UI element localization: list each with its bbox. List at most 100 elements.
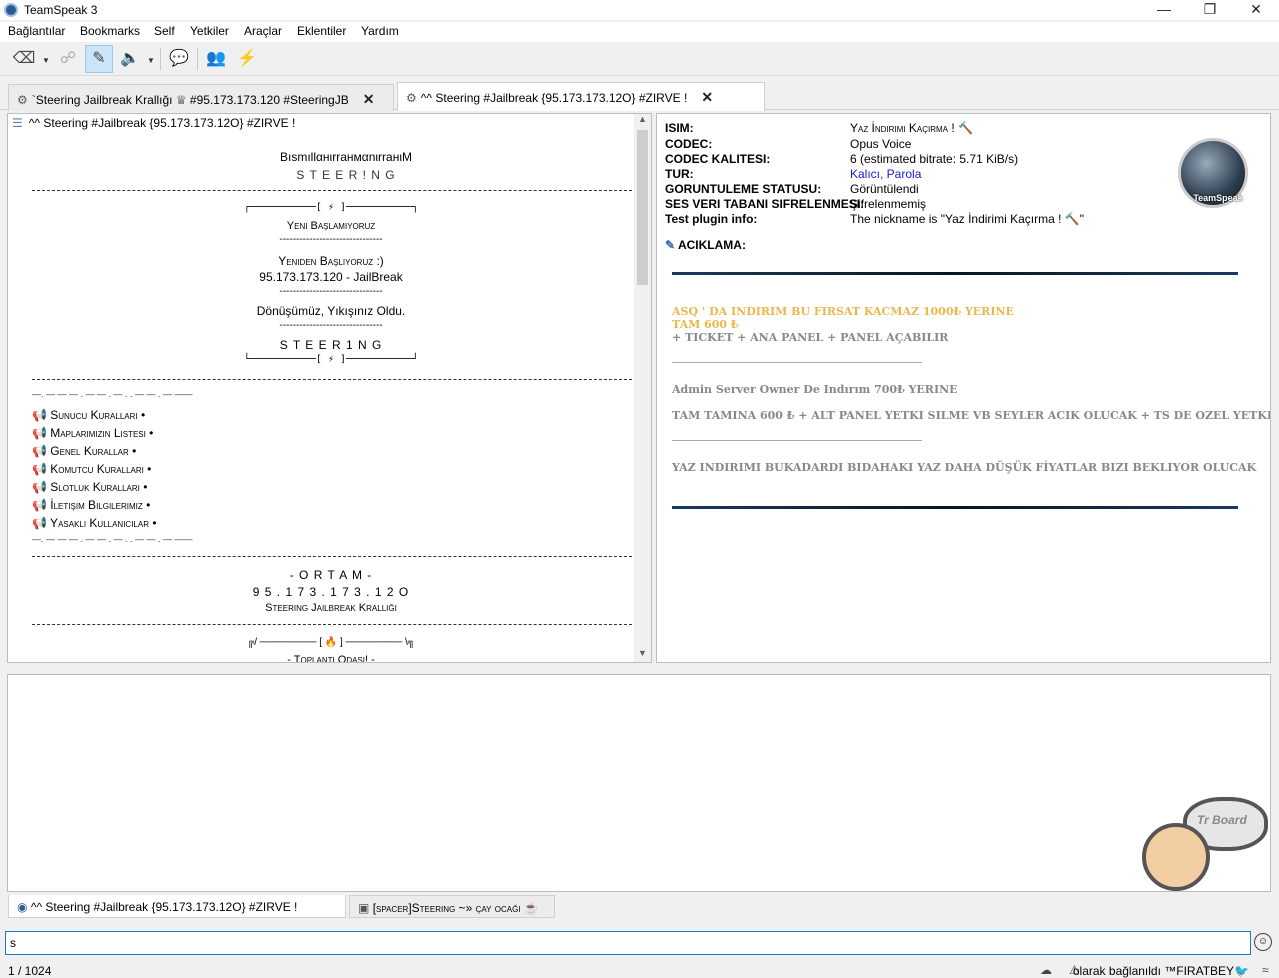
channel-spacer[interactable] <box>32 190 632 191</box>
info-row-type: TUR: Kalıcı, Parola <box>665 167 922 181</box>
channel-item[interactable]: Steering Jailbreak Krallığı <box>8 602 651 614</box>
tab-server-chat[interactable]: ◉ ^^ Steering #Jailbreak {95.173.173.12O… <box>8 895 346 918</box>
disconnect-icon[interactable]: ⌫ <box>10 45 38 73</box>
tab-server-1[interactable]: ⚙ `Steering Jailbreak Krallığı ♕ #95.173.… <box>8 84 394 111</box>
menu-yardim[interactable]: Yardım <box>361 24 399 38</box>
info-row-codec-quality: CODEC KALITESI: 6 (estimated bitrate: 5.7… <box>665 152 1019 166</box>
channel-item[interactable]: - Toplantı Odası! - <box>8 654 651 662</box>
channel-item[interactable]: └───────────[ ⚡ ]───────────┘ <box>8 354 651 365</box>
channel-item[interactable]: S T E E R 1 N G <box>8 338 651 352</box>
tree-server-header[interactable]: ☰ ^^ Steering #Jailbreak {95.173.173.12O}… <box>12 116 295 130</box>
toolbar-divider <box>160 48 161 70</box>
channel-info-panel: ISIM: Yaz İndirimi Kaçırma ! 🔨 CODEC: Opus… <box>656 113 1271 663</box>
chevron-down-icon[interactable]: ▼ <box>147 56 155 65</box>
chat-input-wrapper <box>5 931 1251 955</box>
menu-bar: Bağlantılar Bookmarks Self Yetkiler Araç… <box>0 22 1279 42</box>
channel-item[interactable]: ------------------------------- <box>8 234 651 245</box>
server-icon: ☰ <box>12 116 23 130</box>
channel-spacer[interactable] <box>32 379 632 380</box>
menu-eklentiler[interactable]: Eklentiler <box>297 24 346 38</box>
close-icon[interactable]: ✕ <box>363 91 375 107</box>
info-row-plugin: Test plugin info: The nickname is "Yaz İn… <box>665 212 1084 226</box>
avatar-icon <box>1142 823 1210 891</box>
status-bar: 1 / 1024 ☁ ⚠ olarak bağlanıldı ™FIRATBEY… <box>0 960 1279 978</box>
close-window-button[interactable]: ✕ <box>1233 0 1279 20</box>
channel-item[interactable]: ╔/ ──────── [ 🔥 ] ──────── \╗ <box>8 637 651 648</box>
description-divider <box>672 272 1238 275</box>
channel-item[interactable]: 📢 Komutcu Kuralları • <box>32 462 151 476</box>
toolbar-divider <box>197 48 198 70</box>
info-row-visibility: GORUNTULEME STATUSU: Görüntülendi <box>665 182 919 196</box>
mute-microphone-icon[interactable]: ✎ <box>85 45 113 73</box>
tree-scrollbar[interactable]: ▲ ▼ <box>634 114 651 662</box>
contacts-icon[interactable]: 👥 <box>202 45 230 73</box>
chevron-down-icon[interactable]: ▼ <box>42 56 50 65</box>
mute-speakers-icon[interactable]: 🔈 <box>116 45 144 73</box>
trboard-teamspeak-logo: TeamSpeak <box>1178 138 1248 208</box>
channel-item[interactable]: 📢 Slotluk Kuralları • <box>32 480 147 494</box>
channel-item[interactable]: —. — — — . — — . — . . — — . — —— <box>32 389 193 399</box>
channel-item[interactable]: —. — — — . — — . — . . — — . — —— <box>32 534 193 544</box>
description-line: Admin Server Owner De Indırım 700₺ YERIN… <box>672 383 958 396</box>
channel-chat-icon: ▣ <box>358 901 370 915</box>
menu-araclar[interactable]: Araçlar <box>244 24 282 38</box>
scroll-thumb[interactable] <box>637 130 648 285</box>
channel-item[interactable]: ------------------------------- <box>8 286 651 297</box>
channel-item[interactable]: Dönüşümüz, Yıkışınız Oldu. <box>8 304 651 318</box>
info-row-name: ISIM: Yaz İndirimi Kaçırma ! 🔨 <box>665 121 973 135</box>
channel-item[interactable]: S T E E R ! N G <box>8 168 651 182</box>
maximize-button[interactable]: ❐ <box>1187 0 1233 20</box>
scroll-down-icon[interactable]: ▼ <box>634 648 651 662</box>
channel-item[interactable]: - O R T A M - <box>8 568 651 582</box>
scroll-up-icon[interactable]: ▲ <box>634 114 651 128</box>
channel-tree: ☰ ^^ Steering #Jailbreak {95.173.173.12O}… <box>7 113 652 663</box>
pencil-icon: ✎ <box>665 238 676 252</box>
server-tabs: ⚙ `Steering Jailbreak Krallığı ♕ #95.173.… <box>0 82 1279 111</box>
away-status-icon[interactable]: 💬 <box>165 45 193 73</box>
server-connection-icon: ⚙ <box>17 93 28 107</box>
whisper-icon[interactable]: ⚡ <box>233 45 261 73</box>
chat-input[interactable] <box>6 932 1250 954</box>
channel-item[interactable]: 📢 Sunucu Kuralları • <box>32 408 145 422</box>
character-counter: 1 / 1024 <box>8 964 52 978</box>
channel-spacer[interactable] <box>32 624 632 625</box>
menu-baglantilar[interactable]: Bağlantılar <box>8 24 65 38</box>
close-icon[interactable]: ✕ <box>701 89 713 105</box>
tree-server-name: ^^ Steering #Jailbreak {95.173.173.12O} … <box>28 116 296 130</box>
minimize-button[interactable]: — <box>1141 0 1187 20</box>
description-line: TAM TAMINA 600 ₺ + ALT PANEL YETKI SILME… <box>672 409 1271 422</box>
emoji-icon[interactable]: ☺ <box>1254 933 1272 951</box>
description-line: + TICKET + ANA PANEL + PANEL AÇABILIR <box>672 331 949 344</box>
menu-self[interactable]: Self <box>154 24 175 38</box>
channel-spacer[interactable] <box>32 556 632 557</box>
tab-channel-chat[interactable]: ▣ [spacer]Steering ~» çay ocağı ☕ <box>349 895 555 918</box>
cloud-icon[interactable]: ☁ <box>1040 963 1052 977</box>
chat-log[interactable]: Tr Board <box>7 674 1271 892</box>
info-row-codec: CODEC: Opus Voice <box>665 137 912 151</box>
channel-item[interactable]: 📢 Genel Kurallar • <box>32 444 136 458</box>
tab-server-2[interactable]: ⚙ ^^ Steering #Jailbreak {95.173.173.12O}… <box>397 82 765 111</box>
description-line: TAM 600 ₺ <box>672 318 739 331</box>
window-title: TeamSpeak 3 <box>24 3 98 17</box>
channel-item[interactable]: ------------------------------- <box>8 320 651 331</box>
channel-item[interactable]: BısmıllαнιrraнмαnιrraнιM <box>8 150 651 164</box>
wifi-icon[interactable]: ≈ <box>1262 963 1269 977</box>
info-row-encryption: SES VERI TABANI SIFRELENMESI: Şifrelenmem… <box>665 197 927 211</box>
title-bar: TeamSpeak 3 — ❐ ✕ <box>0 0 1279 20</box>
server-connection-icon: ⚙ <box>406 91 417 105</box>
channel-item[interactable]: 9 5 . 1 7 3 . 1 7 3 . 1 2 O <box>8 585 651 599</box>
description-divider <box>672 440 922 441</box>
channel-item[interactable]: Yeniden Başlıyoruz :) <box>8 254 651 268</box>
channel-item[interactable]: 95.173.173.120 - JailBreak <box>8 270 651 284</box>
description-divider <box>672 506 1238 509</box>
link-icon[interactable]: ☍ <box>54 45 82 73</box>
description-label: ✎ ACIKLAMA: <box>665 238 746 252</box>
channel-item[interactable]: Yeni Başlamıyoruz <box>8 220 651 232</box>
channel-item[interactable]: 📢 Maplarımızın Listesi • <box>32 426 153 440</box>
channel-item[interactable]: 📢 İletişim Bilgilerimiz • <box>32 498 150 512</box>
menu-yetkiler[interactable]: Yetkiler <box>190 24 229 38</box>
teamspeak-logo-icon <box>4 3 18 17</box>
channel-item[interactable]: ┌───────────[ ⚡ ]───────────┐ <box>8 202 651 213</box>
menu-bookmarks[interactable]: Bookmarks <box>80 24 140 38</box>
channel-item[interactable]: 📢 Yasaklı Kullanıcılar • <box>32 516 157 530</box>
